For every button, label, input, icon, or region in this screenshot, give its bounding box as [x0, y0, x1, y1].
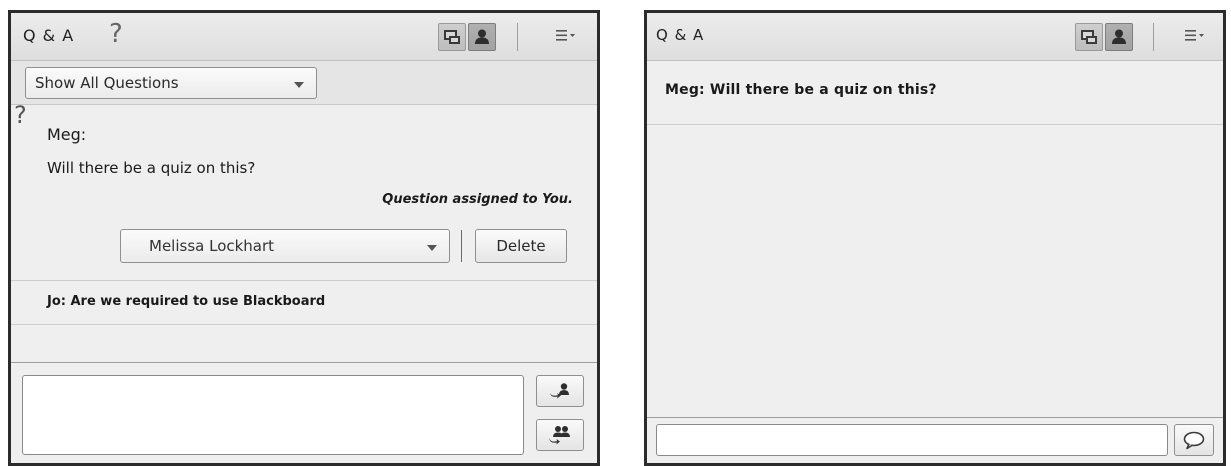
delete-button[interactable]: Delete [475, 229, 567, 263]
question-input[interactable] [656, 424, 1168, 456]
pod-title-bar: Q & A ? [11, 13, 597, 61]
question-input[interactable] [22, 375, 524, 455]
action-separator [461, 230, 462, 262]
chevron-down-icon [427, 245, 437, 251]
send-to-all-button[interactable] [536, 419, 584, 451]
composer-area [11, 362, 597, 463]
participant-view-icon [475, 29, 489, 44]
send-to-all-icon [549, 426, 570, 445]
presenter-view-button[interactable] [438, 23, 466, 51]
question-list-item-text: Jo: Are we required to use Blackboard [47, 294, 326, 309]
presenter-view-icon [444, 30, 460, 44]
question-list-item[interactable]: Jo: Are we required to use Blackboard [11, 281, 597, 325]
participant-view-button[interactable] [1105, 23, 1133, 51]
filter-bar: Show All Questions [11, 61, 597, 105]
question-filter-dropdown[interactable]: Show All Questions [25, 67, 317, 99]
qa-pod-host: Q & A ? Show All Questions ? Meg: Will t… [8, 10, 600, 466]
speech-bubble-icon [1183, 431, 1205, 450]
pod-title: Q & A [656, 26, 705, 44]
active-question[interactable]: ? Meg: Will there be a quiz on this? Que… [11, 101, 597, 281]
pod-title: Q & A [23, 26, 75, 45]
assignment-status: Question assigned to You. [382, 192, 573, 207]
toolbar-separator [1153, 23, 1154, 51]
participant-view-icon [1112, 29, 1126, 44]
question-list-item[interactable]: Meg: Will there be a quiz on this? [647, 61, 1223, 125]
presenter-view-button[interactable] [1075, 23, 1103, 51]
composer-area [647, 417, 1223, 463]
chevron-down-icon [294, 82, 304, 88]
assignee-value: Melissa Lockhart [149, 237, 275, 255]
qa-pod-participant: Q & A Meg: Will there be a quiz on this? [644, 10, 1226, 466]
participant-view-button[interactable] [468, 23, 496, 51]
toolbar-separator [517, 23, 518, 51]
assignee-dropdown[interactable]: Melissa Lockhart [120, 229, 450, 263]
presenter-view-icon [1081, 30, 1097, 44]
menu-icon[interactable] [555, 27, 577, 45]
pod-title-bar: Q & A [647, 13, 1223, 61]
open-question-icon: ? [14, 101, 27, 129]
submit-question-button[interactable] [1174, 424, 1214, 456]
question-text: Will there be a quiz on this? [47, 159, 256, 177]
menu-icon[interactable] [1184, 27, 1206, 45]
send-to-presenter-button[interactable] [536, 375, 584, 407]
question-list-item-text: Meg: Will there be a quiz on this? [665, 82, 937, 98]
send-to-presenter-icon [550, 383, 569, 399]
help-question-icon: ? [109, 19, 123, 49]
question-author: Meg: [47, 125, 87, 144]
question-filter-value: Show All Questions [35, 74, 179, 92]
